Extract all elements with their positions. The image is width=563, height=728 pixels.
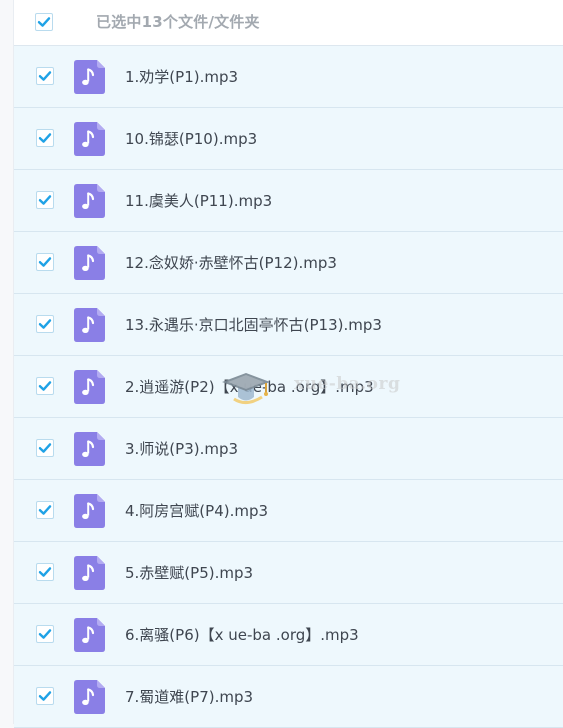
- checkmark-icon: [38, 319, 52, 329]
- checkmark-icon: [37, 17, 51, 27]
- file-row[interactable]: 4.阿房宫赋(P4).mp3: [14, 480, 563, 542]
- file-checkbox[interactable]: [36, 191, 54, 209]
- file-checkbox[interactable]: [36, 253, 54, 271]
- checkmark-icon: [38, 443, 52, 453]
- checkmark-icon: [38, 257, 52, 267]
- music-file-icon: [74, 246, 105, 280]
- file-name[interactable]: 7.蜀道难(P7).mp3: [125, 686, 253, 707]
- music-file-icon: [74, 60, 105, 94]
- checkmark-icon: [38, 567, 52, 577]
- file-checkbox[interactable]: [36, 563, 54, 581]
- file-row[interactable]: 2.逍遥游(P2)【x ue-ba .org】.mp3: [14, 356, 563, 418]
- checkmark-icon: [38, 381, 52, 391]
- file-name[interactable]: 10.锦瑟(P10).mp3: [125, 128, 257, 149]
- checkmark-icon: [38, 505, 52, 515]
- file-name[interactable]: 2.逍遥游(P2)【x ue-ba .org】.mp3: [125, 376, 374, 397]
- file-checkbox[interactable]: [36, 439, 54, 457]
- file-name[interactable]: 5.赤壁赋(P5).mp3: [125, 562, 253, 583]
- music-file-icon: [74, 618, 105, 652]
- selection-header: 已选中13个文件/文件夹: [14, 0, 563, 46]
- file-checkbox[interactable]: [36, 315, 54, 333]
- file-row[interactable]: 7.蜀道难(P7).mp3: [14, 666, 563, 728]
- file-name[interactable]: 3.师说(P3).mp3: [125, 438, 238, 459]
- file-row[interactable]: 6.离骚(P6)【x ue-ba .org】.mp3: [14, 604, 563, 666]
- file-row[interactable]: 5.赤壁赋(P5).mp3: [14, 542, 563, 604]
- file-row[interactable]: 10.锦瑟(P10).mp3: [14, 108, 563, 170]
- music-file-icon: [74, 432, 105, 466]
- file-list: 已选中13个文件/文件夹 1.劝学(P1).mp3 10.锦瑟(P10).mp3 1…: [13, 0, 563, 728]
- music-file-icon: [74, 308, 105, 342]
- checkmark-icon: [38, 195, 52, 205]
- file-name[interactable]: 12.念奴娇·赤壁怀古(P12).mp3: [125, 252, 337, 273]
- music-file-icon: [74, 494, 105, 528]
- file-row[interactable]: 3.师说(P3).mp3: [14, 418, 563, 480]
- file-row[interactable]: 1.劝学(P1).mp3: [14, 46, 563, 108]
- checkmark-icon: [38, 71, 52, 81]
- music-file-icon: [74, 680, 105, 714]
- file-name[interactable]: 13.永遇乐·京口北固亭怀古(P13).mp3: [125, 314, 382, 335]
- select-all-checkbox[interactable]: [35, 13, 53, 31]
- checkmark-icon: [38, 691, 52, 701]
- file-row[interactable]: 11.虞美人(P11).mp3: [14, 170, 563, 232]
- music-file-icon: [74, 556, 105, 590]
- file-name[interactable]: 4.阿房宫赋(P4).mp3: [125, 500, 268, 521]
- file-name[interactable]: 6.离骚(P6)【x ue-ba .org】.mp3: [125, 624, 359, 645]
- file-row[interactable]: 12.念奴娇·赤壁怀古(P12).mp3: [14, 232, 563, 294]
- file-name[interactable]: 11.虞美人(P11).mp3: [125, 190, 272, 211]
- file-checkbox[interactable]: [36, 501, 54, 519]
- selection-count-label: 已选中13个文件/文件夹: [96, 13, 260, 31]
- file-row[interactable]: 13.永遇乐·京口北固亭怀古(P13).mp3: [14, 294, 563, 356]
- file-checkbox[interactable]: [36, 129, 54, 147]
- checkmark-icon: [38, 133, 52, 143]
- checkmark-icon: [38, 629, 52, 639]
- music-file-icon: [74, 370, 105, 404]
- file-checkbox[interactable]: [36, 67, 54, 85]
- music-file-icon: [74, 184, 105, 218]
- file-checkbox[interactable]: [36, 377, 54, 395]
- file-name[interactable]: 1.劝学(P1).mp3: [125, 66, 238, 87]
- file-checkbox[interactable]: [36, 625, 54, 643]
- music-file-icon: [74, 122, 105, 156]
- file-checkbox[interactable]: [36, 687, 54, 705]
